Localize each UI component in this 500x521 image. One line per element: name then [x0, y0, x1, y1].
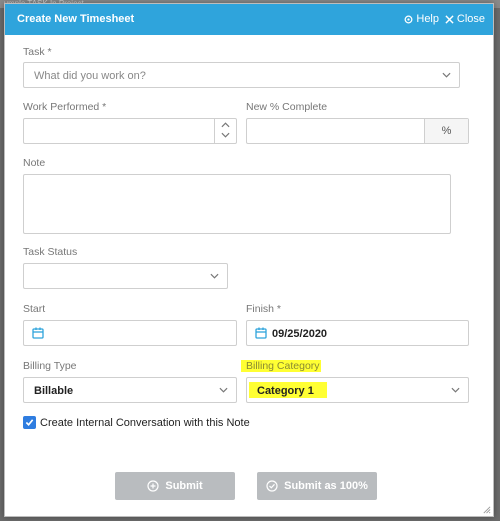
task-status-label: Task Status — [23, 246, 78, 258]
modal-title: Create New Timesheet — [17, 13, 135, 25]
start-label: Start — [23, 303, 46, 315]
help-icon — [404, 15, 413, 23]
chevron-down-icon — [210, 273, 219, 279]
finish-label: Finish * — [246, 303, 282, 315]
work-performed-label: Work Performed * — [23, 101, 107, 113]
chevron-down-icon — [442, 72, 451, 78]
create-conversation-checkbox[interactable] — [23, 416, 36, 429]
submit-100-button[interactable]: Submit as 100% — [257, 472, 377, 500]
create-conversation-label[interactable]: Create Internal Conversation with this N… — [40, 417, 250, 429]
close-label: Close — [456, 13, 485, 25]
task-label: Task * — [23, 46, 52, 58]
create-timesheet-modal: Create New Timesheet Help Close Task * W… — [4, 3, 494, 517]
note-textarea[interactable] — [23, 174, 451, 234]
submit-button[interactable]: Submit — [115, 472, 235, 500]
chevron-up-icon[interactable] — [221, 122, 230, 128]
chevron-down-icon — [451, 387, 460, 393]
new-complete-input[interactable]: % — [246, 118, 469, 144]
chevron-down-icon — [219, 387, 228, 393]
help-link[interactable]: Help — [404, 13, 439, 25]
calendar-icon[interactable] — [32, 327, 44, 339]
help-label: Help — [416, 13, 439, 25]
task-status-select[interactable] — [23, 263, 228, 289]
resize-grip-icon[interactable] — [482, 505, 491, 514]
new-complete-label: New % Complete — [246, 101, 328, 113]
plus-circle-icon — [147, 480, 159, 492]
finish-date-value: 09/25/2020 — [272, 328, 328, 340]
close-icon — [445, 14, 454, 24]
task-select[interactable]: What did you work on? — [23, 62, 460, 88]
modal-header: Create New Timesheet Help Close — [5, 4, 493, 35]
checkmark-icon — [25, 419, 34, 426]
close-link[interactable]: Close — [445, 13, 485, 25]
finish-date-input[interactable]: 09/25/2020 — [246, 320, 469, 346]
billing-category-label: Billing Category — [246, 360, 320, 372]
percent-addon: % — [424, 119, 468, 143]
submit-100-label: Submit as 100% — [284, 480, 368, 492]
start-date-input[interactable] — [23, 320, 237, 346]
task-placeholder: What did you work on? — [34, 70, 146, 82]
billing-category-select[interactable]: Category 1 — [246, 377, 469, 403]
billing-type-select[interactable]: Billable — [23, 377, 237, 403]
submit-label: Submit — [165, 480, 203, 492]
chevron-down-icon[interactable] — [221, 132, 230, 138]
check-circle-icon — [266, 480, 278, 492]
work-performed-input[interactable] — [23, 118, 237, 144]
work-performed-stepper[interactable] — [214, 119, 236, 143]
calendar-icon[interactable] — [255, 327, 267, 339]
billing-type-value: Billable — [34, 385, 74, 397]
billing-type-label: Billing Type — [23, 360, 77, 372]
note-label: Note — [23, 157, 46, 169]
billing-category-value: Category 1 — [257, 385, 314, 397]
